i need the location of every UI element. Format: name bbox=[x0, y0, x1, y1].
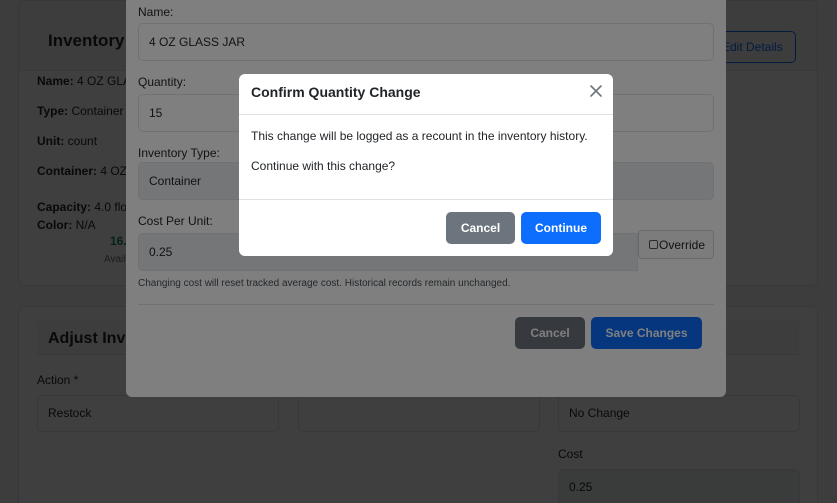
confirm-quantity-modal: Confirm Quantity Change This change will… bbox=[239, 74, 613, 256]
confirm-footer-divider bbox=[239, 199, 613, 200]
confirm-cancel-button[interactable]: Cancel bbox=[446, 212, 515, 244]
confirm-message: This change will be logged as a recount … bbox=[251, 129, 588, 143]
close-icon[interactable] bbox=[588, 83, 604, 99]
confirm-title: Confirm Quantity Change bbox=[251, 84, 421, 100]
confirm-question: Continue with this change? bbox=[251, 159, 396, 173]
confirm-header-divider bbox=[239, 114, 613, 115]
continue-button[interactable]: Continue bbox=[521, 212, 601, 244]
